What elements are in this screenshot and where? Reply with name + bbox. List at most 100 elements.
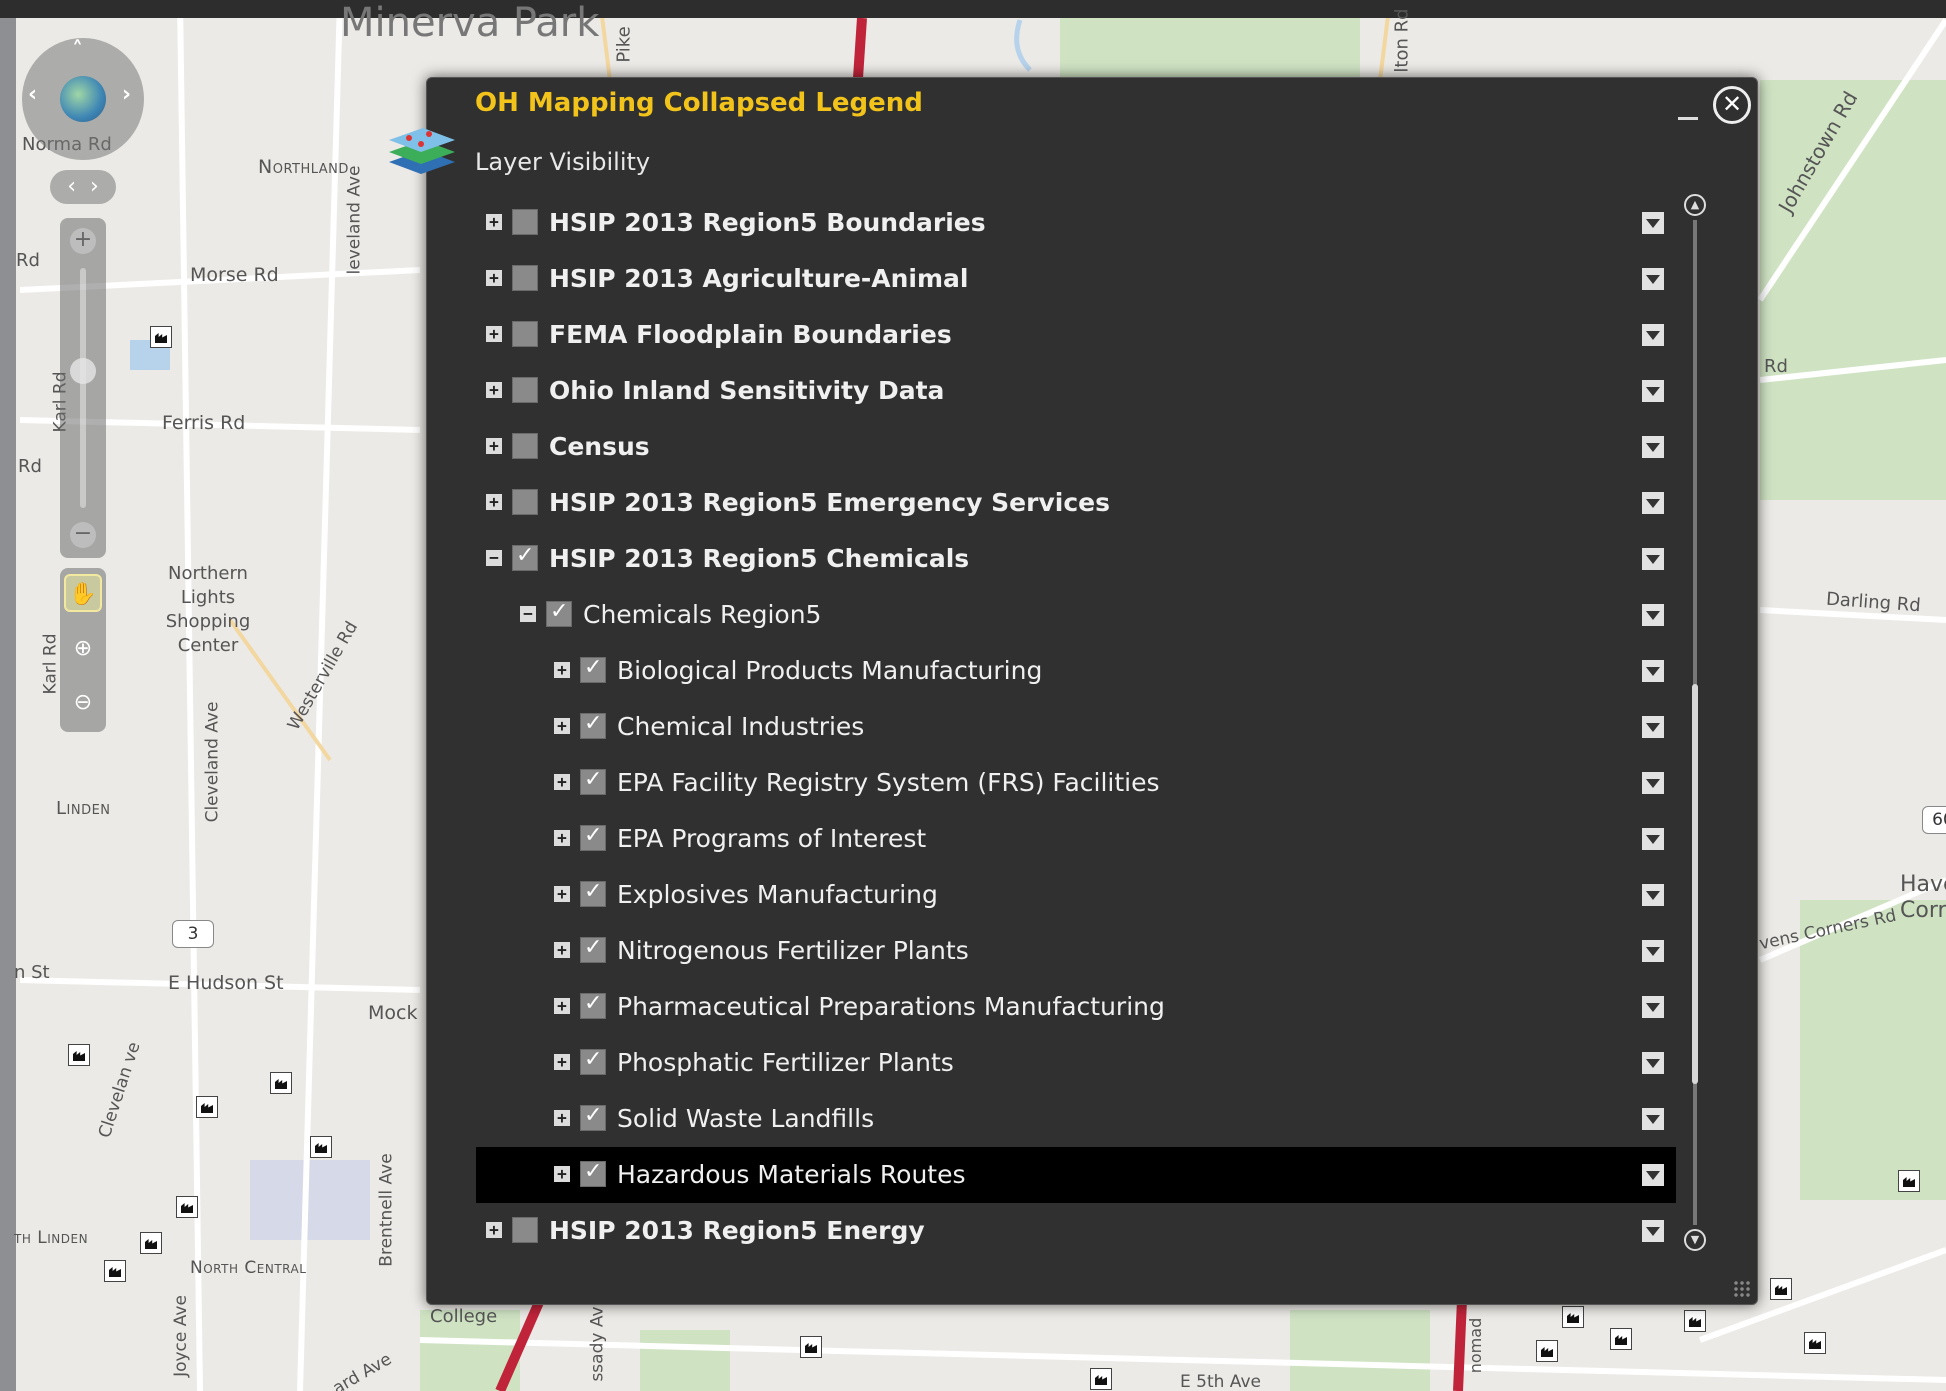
layer-row[interactable]: + Biological Products Manufacturing [476, 643, 1676, 699]
layer-menu-dropdown-icon[interactable] [1642, 492, 1664, 514]
layer-row[interactable]: + Census [476, 419, 1676, 475]
zoom-handle[interactable] [70, 358, 96, 384]
close-button[interactable]: ✕ [1713, 86, 1751, 124]
facility-marker-icon[interactable] [310, 1136, 332, 1158]
expand-icon[interactable]: + [554, 998, 570, 1014]
previous-extent-icon[interactable]: ‹ [67, 174, 76, 199]
layer-visibility-checkbox[interactable] [580, 711, 606, 739]
layer-visibility-checkbox[interactable] [580, 1103, 606, 1131]
layer-menu-dropdown-icon[interactable] [1642, 1108, 1664, 1130]
collapse-icon[interactable]: − [520, 606, 536, 622]
layer-visibility-checkbox[interactable] [580, 655, 606, 683]
layer-menu-dropdown-icon[interactable] [1642, 268, 1664, 290]
layer-visibility-checkbox[interactable] [580, 991, 606, 1019]
layer-visibility-checkbox[interactable] [546, 599, 572, 627]
expand-icon[interactable]: + [554, 774, 570, 790]
facility-marker-icon[interactable] [1610, 1328, 1632, 1350]
facility-marker-icon[interactable] [68, 1044, 90, 1066]
expand-icon[interactable]: + [486, 214, 502, 230]
zoom-track[interactable] [80, 268, 86, 508]
scroll-thumb[interactable] [1692, 684, 1698, 1084]
zoom-in-tool-icon[interactable]: ⊕ [64, 630, 102, 668]
layer-menu-dropdown-icon[interactable] [1642, 548, 1664, 570]
resize-grip-icon[interactable] [1733, 1280, 1751, 1298]
expand-icon[interactable]: + [486, 270, 502, 286]
facility-marker-icon[interactable] [150, 326, 172, 348]
expand-icon[interactable]: + [554, 662, 570, 678]
layer-visibility-checkbox[interactable] [580, 1047, 606, 1075]
scrollbar[interactable]: ▲ ▼ [1680, 194, 1710, 1254]
layer-row[interactable]: + EPA Programs of Interest [476, 811, 1676, 867]
layer-row[interactable]: + Pharmaceutical Preparations Manufacturi… [476, 979, 1676, 1035]
facility-marker-icon[interactable] [270, 1072, 292, 1094]
layer-visibility-checkbox[interactable] [580, 935, 606, 963]
expand-icon[interactable]: + [486, 438, 502, 454]
expand-icon[interactable]: + [554, 942, 570, 958]
layer-menu-dropdown-icon[interactable] [1642, 828, 1664, 850]
layer-row[interactable]: + Solid Waste Landfills [476, 1091, 1676, 1147]
minimize-button[interactable] [1678, 108, 1700, 120]
layer-row[interactable]: + Hazardous Materials Routes [476, 1147, 1676, 1203]
layer-row[interactable]: + Phosphatic Fertilizer Plants [476, 1035, 1676, 1091]
layer-visibility-checkbox[interactable] [512, 209, 538, 235]
layer-row[interactable]: − HSIP 2013 Region5 Chemicals [476, 531, 1676, 587]
layer-visibility-checkbox[interactable] [512, 321, 538, 347]
facility-marker-icon[interactable] [196, 1096, 218, 1118]
facility-marker-icon[interactable] [1684, 1310, 1706, 1332]
layer-visibility-checkbox[interactable] [580, 767, 606, 795]
facility-marker-icon[interactable] [176, 1196, 198, 1218]
scroll-down-icon[interactable]: ▼ [1684, 1229, 1706, 1251]
layer-row[interactable]: + HSIP 2013 Region5 Emergency Services [476, 475, 1676, 531]
layer-menu-dropdown-icon[interactable] [1642, 716, 1664, 738]
layer-menu-dropdown-icon[interactable] [1642, 380, 1664, 402]
layer-visibility-checkbox[interactable] [580, 823, 606, 851]
expand-icon[interactable]: + [554, 1166, 570, 1182]
layer-menu-dropdown-icon[interactable] [1642, 996, 1664, 1018]
layer-visibility-checkbox[interactable] [512, 377, 538, 403]
layer-visibility-checkbox[interactable] [580, 1159, 606, 1187]
layer-visibility-checkbox[interactable] [512, 1217, 538, 1243]
layer-menu-dropdown-icon[interactable] [1642, 1220, 1664, 1242]
layer-menu-dropdown-icon[interactable] [1642, 1052, 1664, 1074]
layer-menu-dropdown-icon[interactable] [1642, 940, 1664, 962]
collapse-icon[interactable]: − [486, 550, 502, 566]
layer-row[interactable]: + HSIP 2013 Region5 Boundaries [476, 195, 1676, 251]
layer-visibility-checkbox[interactable] [580, 879, 606, 907]
facility-marker-icon[interactable] [1090, 1368, 1112, 1390]
extent-nav-control[interactable]: ‹ › [50, 170, 116, 204]
layer-row[interactable]: + EPA Facility Registry System (FRS) Faci… [476, 755, 1676, 811]
layer-row[interactable]: + Chemical Industries [476, 699, 1676, 755]
layer-menu-dropdown-icon[interactable] [1642, 660, 1664, 682]
layer-visibility-checkbox[interactable] [512, 433, 538, 459]
expand-icon[interactable]: + [554, 886, 570, 902]
layer-row[interactable]: + FEMA Floodplain Boundaries [476, 307, 1676, 363]
facility-marker-icon[interactable] [1804, 1332, 1826, 1354]
expand-icon[interactable]: + [486, 382, 502, 398]
layer-menu-dropdown-icon[interactable] [1642, 772, 1664, 794]
pan-control[interactable]: ˄ ‹ › [22, 38, 144, 160]
layer-row[interactable]: + Nitrogenous Fertilizer Plants [476, 923, 1676, 979]
layer-menu-dropdown-icon[interactable] [1642, 1164, 1664, 1186]
facility-marker-icon[interactable] [1770, 1278, 1792, 1300]
globe-icon[interactable] [60, 76, 106, 122]
expand-icon[interactable]: + [486, 494, 502, 510]
layer-visibility-checkbox[interactable] [512, 265, 538, 291]
expand-icon[interactable]: + [554, 830, 570, 846]
expand-icon[interactable]: + [554, 718, 570, 734]
layer-row[interactable]: + Explosives Manufacturing [476, 867, 1676, 923]
facility-marker-icon[interactable] [1898, 1170, 1920, 1192]
zoom-out-tool-icon[interactable]: ⊖ [64, 684, 102, 722]
pan-hand-icon[interactable]: ✋ [64, 574, 102, 612]
layer-menu-dropdown-icon[interactable] [1642, 436, 1664, 458]
facility-marker-icon[interactable] [1562, 1306, 1584, 1328]
layer-menu-dropdown-icon[interactable] [1642, 604, 1664, 626]
facility-marker-icon[interactable] [800, 1336, 822, 1358]
layer-menu-dropdown-icon[interactable] [1642, 212, 1664, 234]
zoom-out-icon[interactable]: − [70, 522, 96, 548]
layer-row[interactable]: + HSIP 2013 Agriculture-Animal [476, 251, 1676, 307]
expand-icon[interactable]: + [486, 326, 502, 342]
layer-row[interactable]: − Chemicals Region5 [476, 587, 1676, 643]
expand-icon[interactable]: + [554, 1110, 570, 1126]
zoom-in-icon[interactable]: + [70, 228, 96, 254]
layer-row[interactable]: + HSIP 2013 Region5 Energy [476, 1203, 1676, 1259]
